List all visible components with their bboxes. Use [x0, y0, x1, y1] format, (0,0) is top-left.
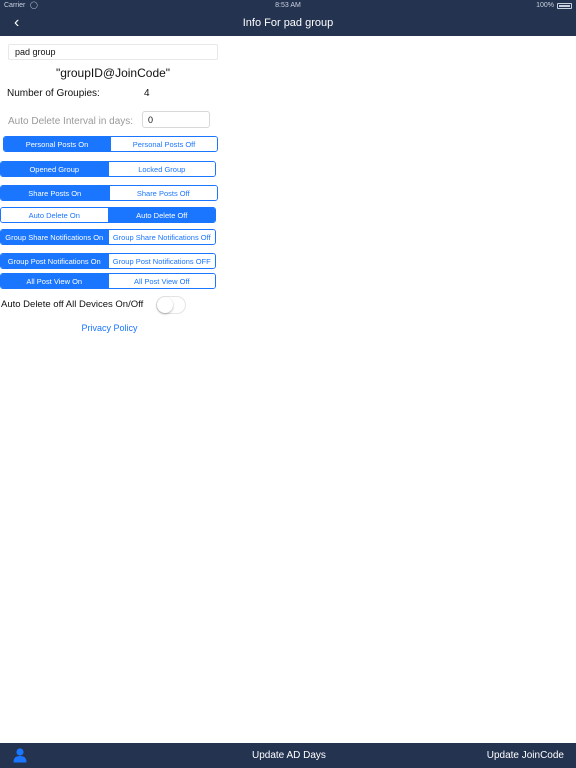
status-bar: Carrier ◯ 8:53 AM 100%	[0, 0, 576, 12]
status-time: 8:53 AM	[275, 2, 301, 9]
share-posts-on-option[interactable]: Share Posts On	[1, 186, 109, 200]
all-post-view-on-option[interactable]: All Post View On	[1, 274, 108, 288]
personal-posts-on-option[interactable]: Personal Posts On	[4, 137, 110, 151]
personal-posts-off-option[interactable]: Personal Posts Off	[110, 137, 217, 151]
all-post-view-segment[interactable]: All Post View On All Post View Off	[0, 273, 216, 289]
update-joincode-button[interactable]: Update JoinCode	[487, 750, 564, 761]
share-posts-segment[interactable]: Share Posts On Share Posts Off	[0, 185, 218, 201]
auto-delete-all-devices-label: Auto Delete off All Devices On/Off	[1, 299, 144, 310]
group-share-notifications-segment[interactable]: Group Share Notifications On Group Share…	[0, 229, 216, 245]
opened-group-option[interactable]: Opened Group	[1, 162, 108, 176]
group-name-field[interactable]: pad group	[8, 44, 218, 60]
group-lock-segment[interactable]: Opened Group Locked Group	[0, 161, 216, 177]
update-ad-days-button[interactable]: Update AD Days	[252, 750, 326, 761]
auto-delete-on-option[interactable]: Auto Delete On	[1, 208, 108, 222]
join-code-label: "groupID@JoinCode"	[55, 66, 171, 80]
auto-delete-all-devices-switch[interactable]	[156, 296, 186, 314]
bottom-toolbar: Update AD Days Update JoinCode	[0, 743, 576, 768]
auto-delete-segment[interactable]: Auto Delete On Auto Delete Off	[0, 207, 216, 223]
locked-group-option[interactable]: Locked Group	[107, 162, 215, 176]
group-post-notifications-off-option[interactable]: Group Post Notifications OFF	[107, 254, 215, 268]
auto-delete-off-option[interactable]: Auto Delete Off	[107, 208, 215, 222]
personal-posts-segment[interactable]: Personal Posts On Personal Posts Off	[3, 136, 218, 152]
page-title: Info For pad group	[242, 17, 334, 29]
switch-knob	[157, 297, 173, 313]
auto-delete-interval-label: Auto Delete Interval in days:	[8, 116, 134, 127]
group-share-notifications-off-option[interactable]: Group Share Notifications Off	[107, 230, 215, 244]
battery-percent: 100%	[536, 2, 554, 9]
groupies-count-label: Number of Groupies:	[7, 88, 100, 99]
auto-delete-interval-input[interactable]: 0	[142, 111, 210, 128]
group-share-notifications-on-option[interactable]: Group Share Notifications On	[1, 230, 108, 244]
navigation-bar: ‹ Info For pad group	[0, 12, 576, 36]
share-posts-off-option[interactable]: Share Posts Off	[108, 186, 217, 200]
group-post-notifications-segment[interactable]: Group Post Notifications On Group Post N…	[0, 253, 216, 269]
groupies-count-value: 4	[144, 88, 150, 99]
privacy-policy-link[interactable]: Privacy Policy	[8, 323, 211, 333]
user-icon[interactable]	[12, 747, 28, 763]
all-post-view-off-option[interactable]: All Post View Off	[107, 274, 215, 288]
battery-icon	[557, 3, 572, 9]
group-post-notifications-on-option[interactable]: Group Post Notifications On	[1, 254, 108, 268]
